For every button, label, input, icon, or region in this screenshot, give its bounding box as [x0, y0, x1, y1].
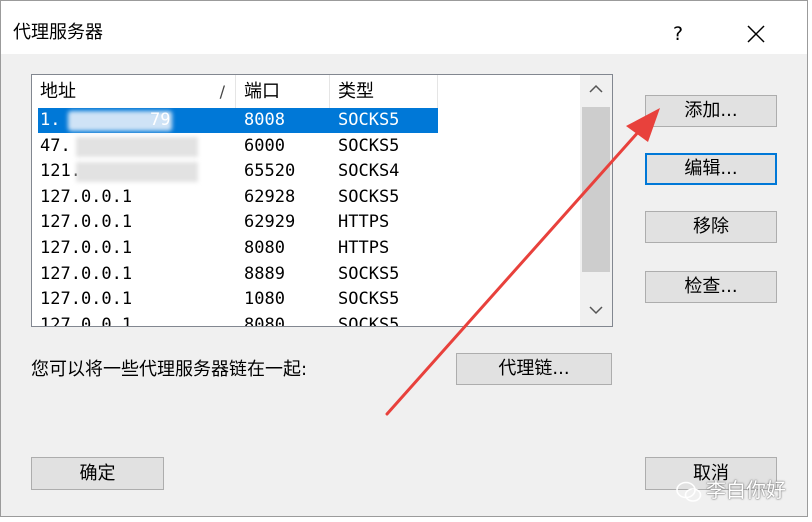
list-item[interactable]: 127.0.0.1 1080 SOCKS5 [32, 287, 580, 313]
row-type: SOCKS5 [338, 135, 400, 156]
proxy-list[interactable]: 地址 / 端口 类型 1. 79 8008 SOCKS5 47. 6000 SOC… [31, 74, 613, 327]
dialog-title: 代理服务器 [13, 22, 103, 43]
proxy-chain-button[interactable]: 代理链... [456, 353, 612, 385]
scroll-thumb[interactable] [582, 107, 610, 272]
row-address: 127.0.0.1 [40, 237, 133, 258]
close-icon [747, 25, 765, 43]
edit-button[interactable]: 编辑... [645, 153, 777, 185]
row-address: 127.0.0.1 [40, 212, 133, 233]
wechat-icon [676, 481, 702, 502]
row-type: HTTPS [338, 212, 390, 233]
column-header-type-label: 类型 [338, 81, 374, 102]
list-item[interactable]: 47. 6000 SOCKS5 [32, 134, 580, 160]
row-port: 8080 [244, 237, 285, 258]
row-port: 8889 [244, 263, 285, 284]
row-type: SOCKS5 [338, 186, 400, 207]
close-button[interactable] [737, 19, 775, 49]
column-header-address-label: 地址 [40, 81, 76, 102]
row-address: 127.0.0.1 [40, 263, 133, 284]
list-item[interactable]: 127.0.0.1 8080 SOCKS5 [32, 313, 580, 327]
scroll-down-button[interactable] [580, 296, 612, 326]
list-item[interactable]: 127.0.0.1 62929 HTTPS [32, 210, 580, 236]
watermark: 李白你好 [676, 474, 786, 502]
column-header-port-label: 端口 [244, 81, 280, 102]
chevron-up-icon [589, 84, 603, 93]
row-address: 121. [40, 159, 198, 185]
row-address: 127.0.0.1 [40, 314, 133, 327]
add-button[interactable]: 添加... [645, 95, 777, 127]
column-header-port[interactable]: 端口 [236, 75, 330, 108]
list-item[interactable]: 1. 79 8008 SOCKS5 [32, 108, 580, 134]
remove-button[interactable]: 移除 [645, 211, 777, 243]
row-port: 62929 [244, 212, 296, 233]
help-button[interactable]: ? [661, 19, 695, 49]
redacted-address [76, 136, 198, 157]
proxy-servers-dialog: 代理服务器 ? 地址 / 端口 类型 1. 79 8008 SOCKS5 47.… [0, 0, 808, 517]
row-type: SOCKS4 [338, 161, 400, 182]
row-port: 1080 [244, 289, 285, 310]
row-port: 6000 [244, 135, 285, 156]
list-item[interactable]: 127.0.0.1 8889 SOCKS5 [32, 262, 580, 288]
row-type: SOCKS5 [338, 314, 400, 327]
row-address: 127.0.0.1 [40, 289, 133, 310]
row-type: SOCKS5 [338, 110, 400, 130]
row-type: SOCKS5 [338, 289, 400, 310]
chevron-down-icon [589, 306, 603, 315]
column-header-type[interactable]: 类型 [330, 75, 438, 108]
check-button[interactable]: 检查... [645, 271, 777, 303]
row-port: 65520 [244, 161, 296, 182]
sort-indicator: / [219, 82, 225, 101]
redacted-address [76, 162, 198, 183]
row-port: 8080 [244, 314, 285, 327]
title-bar: 代理服务器 ? [1, 1, 807, 54]
row-type: HTTPS [338, 237, 390, 258]
row-address: 1. 79 [40, 110, 172, 131]
vertical-scrollbar[interactable] [580, 75, 612, 326]
proxy-rows: 1. 79 8008 SOCKS5 47. 6000 SOCKS5 121. 65… [32, 108, 580, 327]
ok-button[interactable]: 确定 [31, 457, 164, 490]
column-header-address[interactable]: 地址 / [32, 75, 236, 108]
watermark-text: 李白你好 [706, 478, 786, 502]
row-port: 62928 [244, 186, 296, 207]
proxy-chain-label: 您可以将一些代理服务器链在一起: [31, 359, 308, 380]
row-type: SOCKS5 [338, 263, 400, 284]
list-item[interactable]: 127.0.0.1 8080 HTTPS [32, 236, 580, 262]
row-address: 47. [40, 134, 198, 160]
list-item[interactable]: 127.0.0.1 62928 SOCKS5 [32, 185, 580, 211]
scroll-up-button[interactable] [580, 75, 612, 105]
row-port: 8008 [244, 110, 285, 130]
list-item[interactable]: 121. 65520 SOCKS4 [32, 159, 580, 185]
row-address: 127.0.0.1 [40, 186, 133, 207]
